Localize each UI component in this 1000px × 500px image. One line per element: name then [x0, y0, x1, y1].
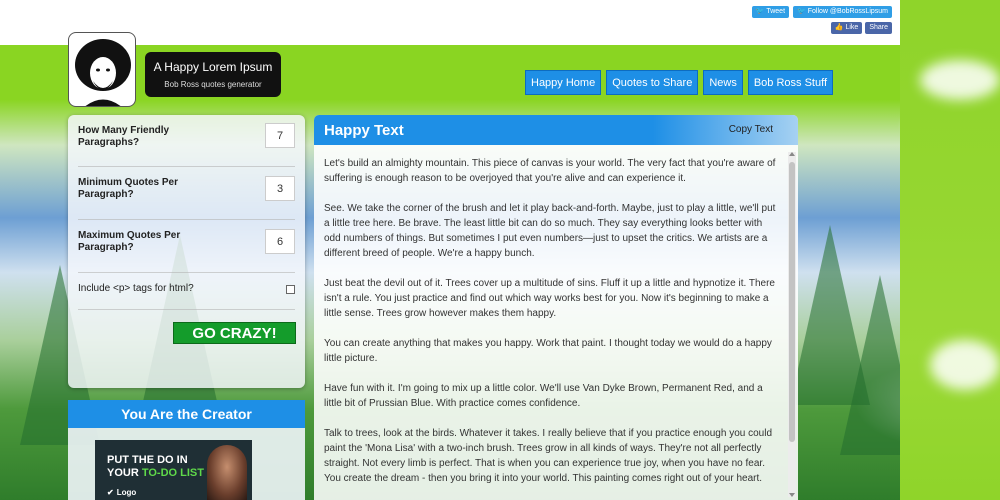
text-paragraph: Just beat the devil out of it. Trees cov… [324, 278, 775, 319]
ptags-label: Include <p> tags for html? [78, 283, 194, 294]
ptags-row: Include <p> tags for html? [78, 273, 295, 310]
settings-panel: How Many Friendly Paragraphs? 7 Minimum … [68, 115, 305, 388]
nav-item-news[interactable]: News [703, 70, 743, 95]
creator-heading: You Are the Creator [68, 400, 305, 428]
min-quotes-label: Minimum Quotes Per Paragraph? [78, 177, 179, 200]
ad-line2-prefix: YOUR [107, 467, 142, 479]
share-button[interactable]: Share [865, 22, 892, 34]
bob-ross-portrait-icon [75, 39, 131, 106]
happy-text-heading: Happy Text [324, 122, 404, 139]
happy-text-header: Happy Text Copy Text [314, 115, 798, 145]
background-right-strip [900, 0, 1000, 500]
like-label: Like [845, 24, 859, 31]
scroll-up-icon[interactable] [789, 152, 795, 156]
ad-line1: PUT THE DO IN [107, 454, 188, 466]
follow-label: Follow @BobRossLipsum [807, 8, 888, 15]
paragraphs-row: How Many Friendly Paragraphs? 7 [78, 115, 295, 167]
max-quotes-row: Maximum Quotes Per Paragraph? 6 [78, 220, 295, 273]
min-quotes-input[interactable]: 3 [265, 176, 295, 201]
site-subtitle: Bob Ross quotes generator [164, 80, 262, 89]
max-quotes-label: Maximum Quotes Per Paragraph? [78, 230, 181, 253]
max-quotes-input[interactable]: 6 [265, 229, 295, 254]
text-paragraph: You can create anything that makes you h… [324, 338, 772, 364]
nav-item-quotes-to-share[interactable]: Quotes to Share [606, 70, 699, 95]
text-scrollbar[interactable] [788, 152, 796, 497]
social-row-twitter: 🐦 Tweet 🐦 Follow @BobRossLipsum [751, 6, 892, 18]
text-paragraph: Talk to trees, look at the birds. Whatev… [324, 428, 773, 484]
cloud [930, 340, 1000, 390]
paragraphs-label: How Many Friendly Paragraphs? [78, 125, 170, 148]
checkmark-icon: ✔ [107, 488, 114, 497]
scroll-down-icon[interactable] [789, 493, 795, 497]
ptags-checkbox[interactable] [286, 285, 295, 294]
scrollbar-thumb[interactable] [789, 162, 795, 442]
paragraphs-input[interactable]: 7 [265, 123, 295, 148]
text-paragraph: Have fun with it. I'm going to mix up a … [324, 383, 763, 409]
go-crazy-button[interactable]: GO CRAZY! [173, 322, 296, 344]
follow-button[interactable]: 🐦 Follow @BobRossLipsum [793, 6, 892, 18]
social-row-facebook: 👍 Like Share [830, 22, 892, 34]
twitter-bird-icon: 🐦 [755, 8, 765, 15]
thumbs-up-icon: 👍 [834, 24, 844, 31]
creator-panel: You Are the Creator PUT THE DO IN YOUR T… [68, 400, 305, 500]
bob-ross-logo[interactable] [68, 32, 136, 107]
copy-text-button[interactable]: Copy Text [729, 124, 773, 135]
todo-ad-banner[interactable]: PUT THE DO IN YOUR TO-DO LIST ✔ Logo [95, 440, 252, 500]
generated-text-area[interactable]: Let's build an almighty mountain. This p… [314, 150, 788, 500]
min-quotes-row: Minimum Quotes Per Paragraph? 3 [78, 167, 295, 220]
site-title-box[interactable]: A Happy Lorem Ipsum Bob Ross quotes gene… [145, 52, 281, 97]
main-nav: Happy Home Quotes to Share News Bob Ross… [525, 70, 833, 95]
text-paragraph: See. We take the corner of the brush and… [324, 203, 776, 259]
nav-item-happy-home[interactable]: Happy Home [525, 70, 602, 95]
ad-line2: YOUR TO-DO LIST [107, 467, 204, 480]
nav-item-bob-ross-stuff[interactable]: Bob Ross Stuff [747, 70, 833, 95]
ad-line2-highlight: TO-DO LIST [141, 467, 204, 479]
ad-person-image [207, 445, 247, 500]
twitter-bird-icon: 🐦 [797, 8, 806, 15]
ad-logo: ✔ Logo [107, 488, 136, 497]
ad-logo-text: Logo [116, 488, 137, 497]
site-title: A Happy Lorem Ipsum [153, 60, 273, 74]
text-paragraph: Let's build an almighty mountain. This p… [324, 158, 776, 184]
like-button[interactable]: 👍 Like [830, 22, 863, 34]
cloud [920, 60, 1000, 100]
happy-text-panel: Happy Text Copy Text Let's build an almi… [314, 115, 798, 500]
tweet-label: Tweet [766, 8, 786, 15]
tweet-button[interactable]: 🐦 Tweet [751, 6, 790, 18]
share-label: Share [869, 24, 888, 31]
